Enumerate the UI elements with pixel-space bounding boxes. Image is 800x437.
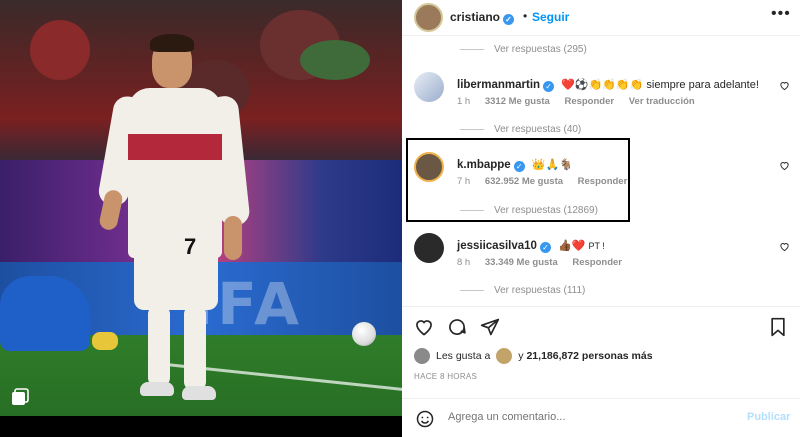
- add-comment-bar: Publicar: [402, 398, 800, 437]
- comments-panel: cristiano ✓ • Seguir ••• Ver respuestas (…: [402, 0, 800, 437]
- view-replies-label: Ver respuestas (40): [494, 124, 582, 135]
- publish-button[interactable]: Publicar: [747, 411, 790, 423]
- goalkeeper: [0, 276, 118, 351]
- actions-divider: [402, 306, 800, 307]
- comment-text: jessiicasilva10 ✓ 👍🏾❤️ PT !: [457, 239, 605, 253]
- follow-button[interactable]: Seguir: [532, 10, 569, 24]
- comment-username[interactable]: k.mbappe: [457, 159, 511, 171]
- commenter-avatar[interactable]: [414, 152, 444, 182]
- view-replies-link[interactable]: Ver respuestas (12869): [460, 205, 598, 216]
- author-username[interactable]: cristiano ✓: [450, 10, 515, 25]
- like-comment-icon[interactable]: [779, 241, 790, 252]
- comment-text: k.mbappe ✓ 👑🙏🐐: [457, 158, 573, 172]
- like-comment-icon[interactable]: [779, 80, 790, 91]
- comment-username[interactable]: jessiicasilva10: [457, 240, 537, 252]
- comment-item: jessiicasilva10 ✓ 👍🏾❤️ PT ! 8 h 33.349 Me…: [414, 233, 800, 293]
- like-comment-icon[interactable]: [779, 160, 790, 171]
- comment-emojis: 👍🏾❤️: [558, 240, 586, 252]
- commenter-avatar[interactable]: [414, 233, 444, 263]
- comment-body: PT !: [588, 241, 605, 251]
- instagram-post-window: FIFA 7 cristiano ✓ • Seguir ••• Ver resp…: [0, 0, 800, 437]
- author-avatar[interactable]: [414, 3, 443, 32]
- likes-prefix: Les gusta a: [436, 349, 491, 362]
- jersey-number: 7: [184, 234, 197, 259]
- likes-connector: y: [518, 349, 524, 362]
- likes-summary: Les gusta a y 21,186,872 personas más: [414, 348, 653, 366]
- comment-emojis: ❤️⚽👏👏👏👏: [561, 79, 644, 91]
- comment-input[interactable]: [448, 411, 728, 423]
- post-header: cristiano ✓ • Seguir •••: [402, 0, 800, 35]
- player: 7: [96, 30, 260, 410]
- verified-icon: ✓: [543, 81, 555, 92]
- view-replies-link[interactable]: Ver respuestas (111): [460, 285, 585, 296]
- comment-time: 8 h: [457, 257, 471, 268]
- reply-button[interactable]: Responder: [564, 96, 614, 107]
- view-replies-label: Ver respuestas (295): [494, 44, 587, 55]
- view-replies-label: Ver respuestas (12869): [494, 205, 598, 216]
- view-replies-link[interactable]: Ver respuestas (295): [460, 44, 587, 55]
- view-replies-link[interactable]: Ver respuestas (40): [460, 124, 581, 135]
- comment-meta: 8 h 33.349 Me gusta Responder: [457, 257, 634, 268]
- post-image[interactable]: FIFA 7: [0, 0, 402, 416]
- verified-icon: ✓: [539, 242, 551, 253]
- comment-likes[interactable]: 632.952 Me gusta: [485, 176, 563, 187]
- share-icon[interactable]: [480, 317, 500, 337]
- liker-avatar[interactable]: [496, 348, 513, 364]
- more-options-icon[interactable]: •••: [771, 5, 791, 23]
- comment-meta: 7 h 632.952 Me gusta Responder: [457, 176, 639, 187]
- comment-icon[interactable]: [447, 317, 467, 337]
- reply-button[interactable]: Responder: [578, 176, 628, 187]
- comment-emojis: 👑🙏🐐: [531, 159, 573, 171]
- save-icon[interactable]: [768, 317, 788, 337]
- like-icon[interactable]: [414, 317, 434, 337]
- comment-body: siempre para adelante!: [646, 79, 759, 91]
- verified-icon: ✓: [503, 14, 515, 25]
- comment-username[interactable]: libermanmartin: [457, 79, 540, 91]
- reply-button[interactable]: Responder: [572, 257, 622, 268]
- commenter-avatar[interactable]: [414, 72, 444, 102]
- separator-dot: •: [523, 9, 528, 23]
- football: [352, 322, 376, 346]
- multiple-photos-icon: [12, 388, 29, 405]
- emoji-icon[interactable]: [416, 410, 434, 428]
- view-replies-label: Ver respuestas (111): [494, 285, 586, 296]
- comment-likes[interactable]: 3312 Me gusta: [485, 96, 550, 107]
- comment-item: libermanmartin ✓ ❤️⚽👏👏👏👏 siempre para ade…: [414, 72, 800, 132]
- verified-icon: ✓: [513, 161, 525, 172]
- likes-count[interactable]: 21,186,872 personas más: [526, 350, 652, 362]
- post-timestamp: HACE 8 HORAS: [414, 372, 478, 381]
- comment-meta: 1 h 3312 Me gusta Responder Ver traducci…: [457, 96, 707, 107]
- liker-avatar[interactable]: [414, 348, 430, 364]
- header-divider: [402, 35, 800, 36]
- comment-time: 1 h: [457, 96, 471, 107]
- comment-text: libermanmartin ✓ ❤️⚽👏👏👏👏 siempre para ade…: [457, 78, 759, 92]
- post-actions: [402, 313, 800, 343]
- comment-time: 7 h: [457, 176, 471, 187]
- comment-likes[interactable]: 33.349 Me gusta: [485, 257, 558, 268]
- translate-button[interactable]: Ver traducción: [629, 96, 695, 107]
- comment-item: k.mbappe ✓ 👑🙏🐐 7 h 632.952 Me gusta Respo…: [414, 152, 800, 212]
